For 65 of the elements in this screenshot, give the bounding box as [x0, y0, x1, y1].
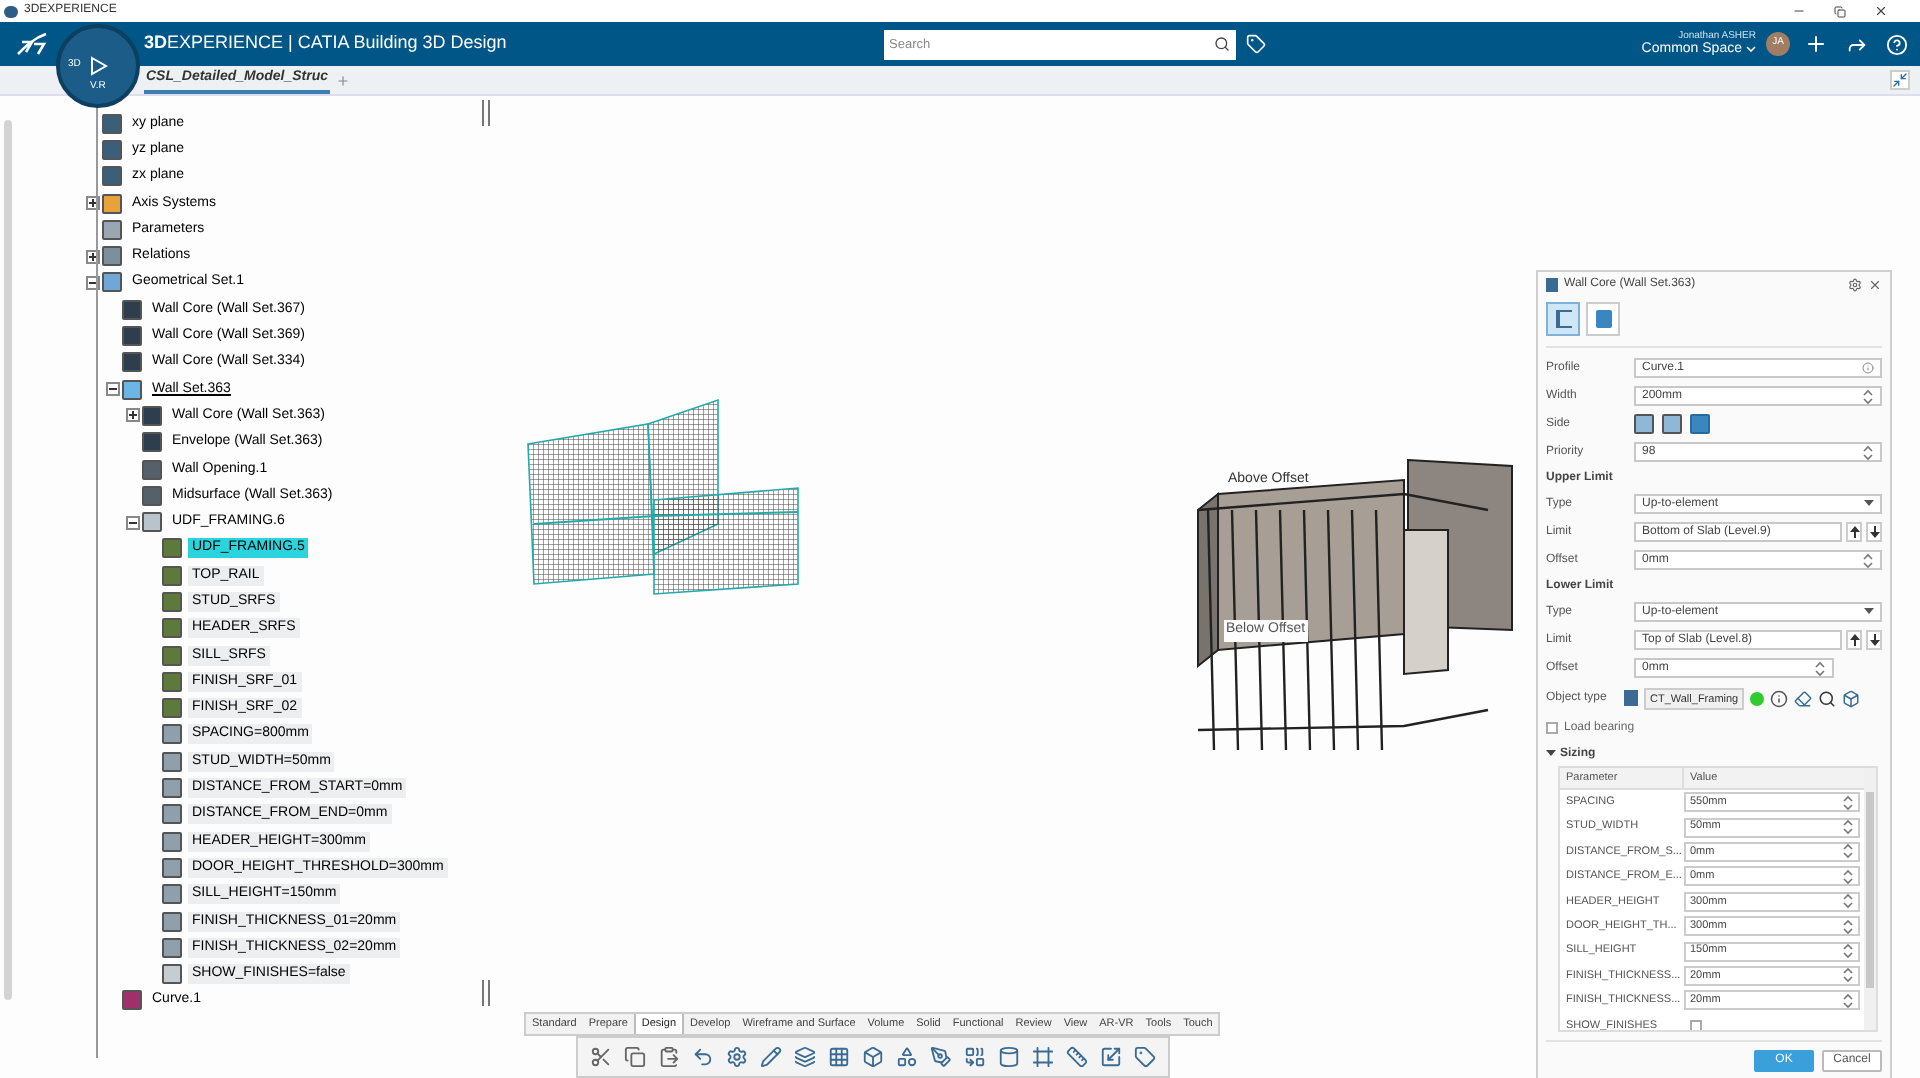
checkbox[interactable] — [1546, 722, 1558, 734]
tag-icon[interactable] — [1133, 1046, 1156, 1068]
arrow-down-icon[interactable] — [1866, 522, 1882, 542]
paste-icon[interactable] — [657, 1046, 680, 1068]
dropdown-caret-icon[interactable] — [1864, 500, 1874, 508]
spinner-icon[interactable] — [1842, 942, 1854, 961]
info-icon[interactable] — [1770, 689, 1789, 707]
splitter-handle[interactable] — [482, 100, 490, 126]
profile-mode-button[interactable] — [1546, 302, 1580, 336]
spinner-icon[interactable] — [1862, 443, 1874, 461]
settings-icon[interactable] — [1848, 277, 1862, 291]
dropdown-caret-icon[interactable] — [1864, 608, 1874, 616]
combine-icon[interactable] — [963, 1046, 986, 1068]
spinner-icon[interactable] — [1842, 818, 1854, 837]
spinner-icon[interactable] — [1814, 659, 1826, 677]
expand-toggle-icon[interactable] — [126, 408, 140, 423]
arrow-up-icon[interactable] — [1846, 522, 1862, 542]
grid-icon[interactable] — [827, 1046, 850, 1068]
spinner-icon[interactable] — [1842, 892, 1854, 911]
ruler-icon[interactable] — [1065, 1046, 1088, 1068]
splitter-handle[interactable] — [482, 980, 490, 1006]
add-icon[interactable] — [1804, 32, 1828, 56]
cube-icon[interactable] — [1842, 689, 1861, 707]
close-icon[interactable] — [1868, 277, 1882, 291]
collapse-toggle-icon[interactable] — [126, 515, 140, 530]
pen-icon[interactable] — [929, 1046, 952, 1068]
layers-icon[interactable] — [793, 1046, 816, 1068]
shapes-icon[interactable] — [895, 1046, 918, 1068]
spinner-icon[interactable] — [1842, 793, 1854, 812]
search-icon[interactable] — [1818, 689, 1837, 707]
arrow-down-icon[interactable] — [1866, 630, 1882, 650]
scissors-icon[interactable] — [589, 1046, 612, 1068]
chevron-down-icon[interactable] — [1746, 46, 1756, 52]
pencil-icon[interactable] — [759, 1046, 782, 1068]
app-title: 3DEXPERIENCE | CATIA Building 3D Design — [144, 30, 507, 57]
brand-logo-icon — [14, 30, 50, 58]
eraser-icon[interactable] — [1794, 689, 1813, 707]
gear-icon[interactable] — [725, 1046, 748, 1068]
close-icon[interactable] — [1874, 4, 1888, 18]
help-icon[interactable] — [1886, 33, 1908, 55]
cube-icon[interactable] — [861, 1046, 884, 1068]
collapse-icon[interactable] — [1890, 70, 1910, 90]
scale-icon[interactable] — [1099, 1046, 1122, 1068]
spinner-icon[interactable] — [1842, 842, 1854, 861]
frame-icon[interactable] — [1031, 1046, 1054, 1068]
spinner-icon[interactable] — [1842, 917, 1854, 936]
spinner-icon[interactable] — [1842, 867, 1854, 886]
copy-icon[interactable] — [623, 1046, 646, 1068]
spinner-icon[interactable] — [1862, 551, 1874, 569]
minimize-icon[interactable] — [1792, 4, 1806, 18]
spinner-icon[interactable] — [1862, 387, 1874, 405]
undo-icon[interactable] — [691, 1046, 714, 1068]
restore-icon[interactable] — [1834, 5, 1846, 17]
arrow-up-icon[interactable] — [1846, 630, 1862, 650]
spinner-icon[interactable] — [1842, 966, 1854, 985]
checkbox[interactable] — [1690, 1019, 1702, 1030]
cylinder-icon[interactable] — [997, 1046, 1020, 1068]
collapse-caret-icon[interactable] — [1546, 750, 1556, 758]
share-icon[interactable] — [1846, 33, 1868, 55]
collapse-toggle-icon[interactable] — [106, 382, 120, 397]
spinner-icon[interactable] — [1842, 991, 1854, 1010]
scrollbar[interactable] — [1864, 768, 1876, 1030]
play-icon — [89, 56, 107, 76]
solid-mode-button[interactable] — [1586, 302, 1620, 336]
scrollbar[interactable] — [4, 120, 12, 1000]
